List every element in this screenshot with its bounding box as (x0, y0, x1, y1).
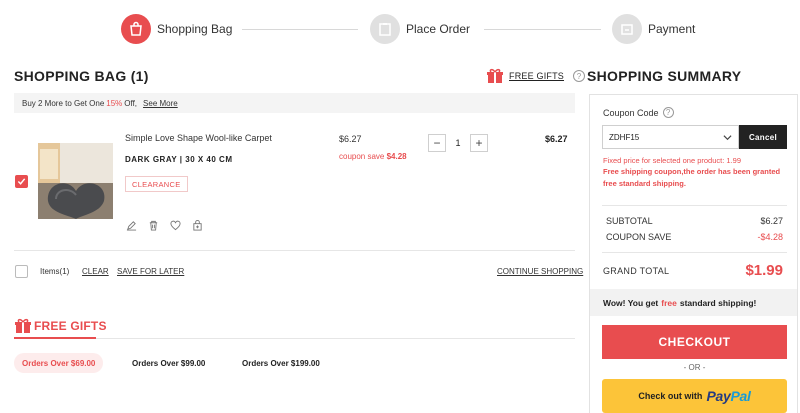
paypal-logo: PayPal (706, 388, 751, 404)
gift-tier-69[interactable]: Orders Over $69.00 (14, 353, 104, 373)
gift-icon (487, 68, 503, 83)
select-all-checkbox[interactable] (15, 265, 28, 278)
cancel-coupon-button[interactable]: Cancel (739, 125, 787, 149)
help-icon[interactable]: ? (662, 107, 674, 118)
heart-icon[interactable] (169, 219, 181, 231)
item-total: $6.27 (545, 134, 568, 144)
grand-total-value: $1.99 (745, 262, 783, 279)
coupon-save-amount: $4.28 (386, 152, 407, 161)
clearance-badge: CLEARANCE (125, 176, 188, 192)
ship-note-free: free (661, 297, 677, 308)
free-gifts-header: FREE GIFTS (14, 318, 107, 334)
divider (14, 250, 575, 251)
wallet-icon (612, 14, 642, 44)
clipboard-icon (370, 14, 400, 44)
divider (96, 338, 575, 339)
subtotal-row: SUBTOTAL $6.27 (606, 216, 783, 226)
continue-shopping-link[interactable]: CONTINUE SHOPPING (497, 267, 583, 276)
trash-icon[interactable] (147, 219, 159, 231)
shopping-summary-title: SHOPPING SUMMARY (587, 68, 742, 84)
quantity-stepper: − 1 + (428, 134, 488, 152)
coupon-save-summary-value: -$4.28 (757, 232, 783, 242)
product-name[interactable]: Simple Love Shape Wool-like Carpet (125, 133, 272, 143)
promo-banner: Buy 2 More to Get One 15% Off, See More (14, 93, 575, 113)
paypal-checkout-button[interactable]: Check out with PayPal (602, 379, 787, 413)
free-shipping-note: Wow! You get free standard shipping! (590, 289, 797, 316)
subtotal-label: SUBTOTAL (606, 216, 653, 226)
divider (602, 252, 787, 253)
clear-link[interactable]: CLEAR (82, 267, 109, 276)
product-image[interactable] (38, 143, 113, 219)
item-checkbox[interactable] (15, 175, 28, 188)
items-count: Items(1) (40, 267, 70, 276)
checkout-button[interactable]: CHECKOUT (602, 325, 787, 359)
carpet-image (38, 143, 113, 219)
quantity-increase-button[interactable]: + (470, 134, 488, 152)
checkout-progress: Shopping Bag Place Order Payment (0, 0, 800, 60)
quantity-value[interactable]: 1 (446, 138, 470, 148)
help-icon[interactable]: ? (573, 70, 586, 82)
coupon-code-text: Coupon Code (603, 107, 659, 118)
shopping-bag-title: SHOPPING BAG (1) (14, 68, 149, 84)
free-gifts-link[interactable]: FREE GIFTS ? (486, 68, 586, 84)
coupon-value: ZDHF15 (609, 132, 640, 142)
promo-text-after: Off, (124, 98, 138, 108)
coupon-message: Fixed price for selected one product: 1.… (603, 156, 741, 165)
step-place-order: Place Order (406, 22, 471, 36)
free-gifts-label[interactable]: FREE GIFTS (509, 71, 564, 81)
promo-text: Buy 2 More to Get One (22, 98, 105, 108)
free-gifts-tab-indicator (14, 337, 96, 339)
coupon-save-summary-label: COUPON SAVE (606, 232, 672, 242)
check-icon (17, 178, 26, 185)
shopping-bag-icon (121, 14, 151, 44)
step-shopping-bag: Shopping Bag (157, 22, 233, 36)
step-connector (242, 29, 358, 30)
gift-tier-99[interactable]: Orders Over $99.00 (124, 353, 213, 373)
item-coupon-save: coupon save $4.28 (339, 152, 407, 161)
divider (602, 205, 787, 206)
grand-total-label: GRAND TOTAL (603, 265, 670, 276)
coupon-shipping-message: Free shipping coupon,the order has been … (603, 167, 781, 188)
gift-icon (15, 318, 31, 333)
edit-icon[interactable] (125, 219, 137, 231)
product-variant: DARK GRAY | 30 X 40 CM (125, 155, 233, 164)
ship-note-after: standard shipping! (679, 297, 757, 308)
or-separator: - OR - (683, 363, 706, 372)
promo-percent: 15% (106, 98, 123, 108)
chevron-down-icon (723, 135, 732, 141)
coupon-select[interactable]: ZDHF15 (602, 125, 739, 149)
paypal-prefix: Check out with (638, 391, 703, 401)
grand-total-row: GRAND TOTAL $1.99 (603, 262, 783, 279)
free-gifts-title: FREE GIFTS (34, 319, 107, 333)
step-payment: Payment (648, 22, 696, 36)
see-more-link[interactable]: See More (143, 99, 178, 108)
ship-note-before: Wow! You get (603, 297, 659, 308)
subtotal-value: $6.27 (760, 216, 783, 226)
quantity-decrease-button[interactable]: − (428, 134, 446, 152)
coupon-save-label: coupon save (339, 152, 385, 161)
item-actions (125, 219, 203, 231)
share-bag-icon[interactable] (191, 219, 203, 231)
coupon-save-row: COUPON SAVE -$4.28 (606, 232, 783, 242)
coupon-code-label: Coupon Code ? (603, 107, 674, 118)
item-price: $6.27 (339, 134, 362, 144)
gift-tier-199[interactable]: Orders Over $199.00 (234, 353, 328, 373)
save-for-later-link[interactable]: SAVE FOR LATER (117, 267, 184, 276)
step-connector (484, 29, 601, 30)
